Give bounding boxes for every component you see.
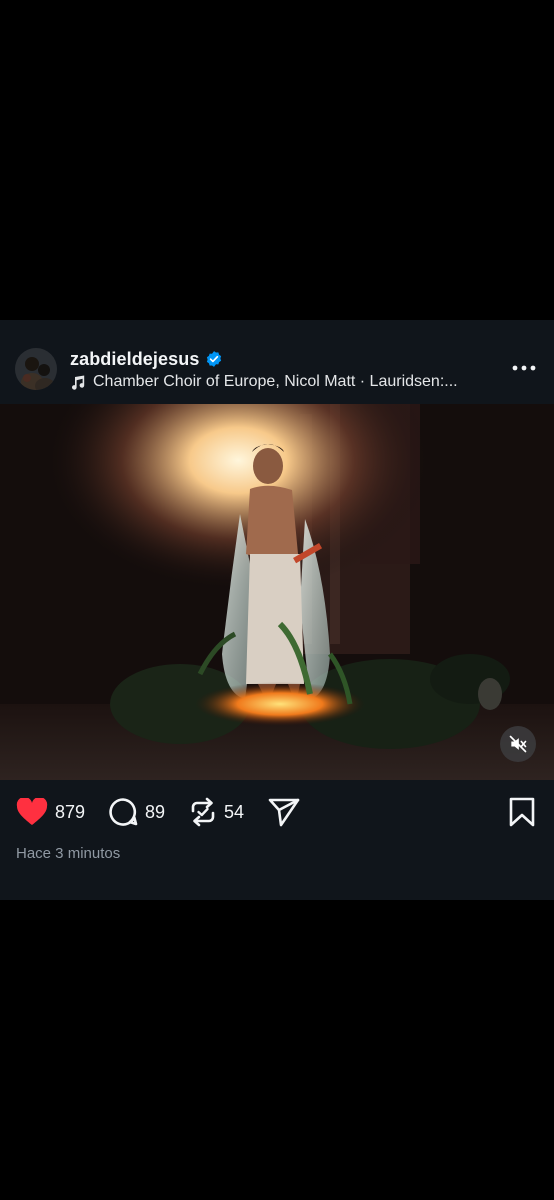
- repost-count: 54: [224, 801, 245, 822]
- bookmark-button[interactable]: [508, 797, 536, 827]
- mute-button[interactable]: [500, 726, 536, 762]
- like-button[interactable]: 879: [16, 796, 85, 828]
- verified-badge-icon: [205, 350, 223, 368]
- post-timestamp: Hace 3 minutos: [16, 845, 121, 862]
- share-button[interactable]: [268, 796, 300, 828]
- comment-button[interactable]: 89: [108, 796, 165, 828]
- more-dots-icon: [512, 365, 536, 371]
- post-image: [0, 404, 554, 780]
- repost-button[interactable]: 54: [189, 796, 244, 828]
- username[interactable]: zabdieldejesus: [70, 349, 199, 370]
- more-options-button[interactable]: [508, 356, 540, 380]
- repost-icon: [191, 797, 215, 827]
- username-row: zabdieldejesus: [70, 348, 223, 370]
- post-media[interactable]: [0, 404, 554, 780]
- comment-count: 89: [145, 801, 166, 822]
- music-row[interactable]: Chamber Choir of Europe, Nicol Matt · La…: [70, 371, 490, 393]
- screen: zabdieldejesus Chamber Choir of Europe, …: [0, 0, 554, 1200]
- music-track-label: Chamber Choir of Europe, Nicol Matt · La…: [93, 373, 458, 390]
- comment-bubble-icon: [109, 798, 138, 826]
- bookmark-icon: [509, 797, 535, 827]
- muted-speaker-icon: [509, 735, 527, 753]
- avatar[interactable]: [15, 348, 57, 390]
- music-note-icon: [70, 374, 86, 390]
- post-header: zabdieldejesus Chamber Choir of Europe, …: [0, 320, 554, 404]
- action-bar: 879 89 54: [0, 780, 554, 844]
- like-count: 879: [55, 801, 86, 822]
- post-card: zabdieldejesus Chamber Choir of Europe, …: [0, 320, 554, 900]
- send-icon: [268, 798, 300, 827]
- heart-icon: [16, 798, 48, 825]
